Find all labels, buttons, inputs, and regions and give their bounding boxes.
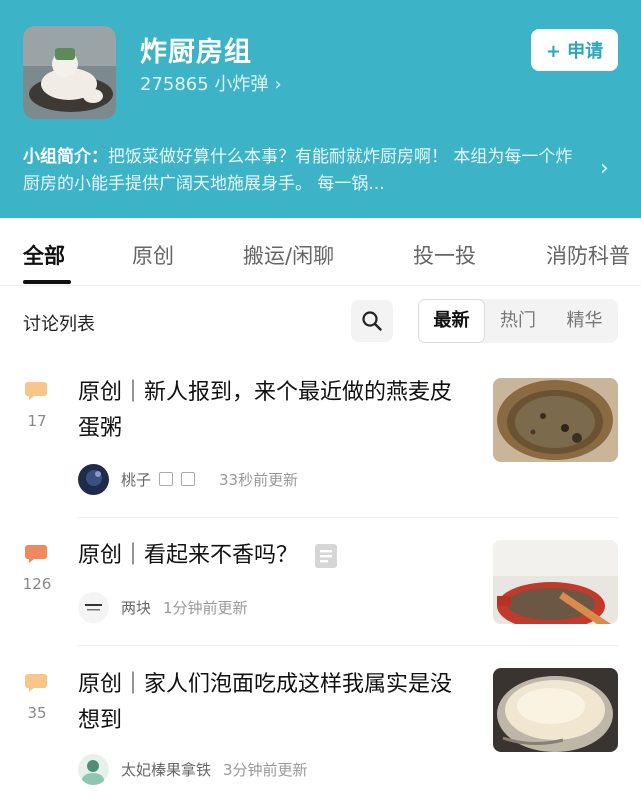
post-title[interactable]: 原创｜新人报到，来个最近做的燕麦皮蛋粥: [78, 375, 473, 447]
discussion-list-title: 讨论列表: [23, 314, 95, 335]
post-thumbnail[interactable]: [493, 540, 618, 624]
post-author[interactable]: 桃子 33秒前更新: [78, 463, 298, 495]
chevron-right-icon: ›: [274, 74, 282, 95]
group-title: 炸厨房组: [140, 37, 252, 68]
tab-repost-chat[interactable]: 搬运/闲聊: [243, 240, 334, 270]
sort-featured[interactable]: 精华: [551, 299, 618, 343]
post-item[interactable]: 17 原创｜新人报到，来个最近做的燕麦皮蛋粥 桃子 33秒前更新: [0, 362, 641, 518]
post-author[interactable]: 太妃榛果拿铁 3分钟前更新: [78, 753, 308, 785]
intro-expand-icon[interactable]: ›: [600, 156, 609, 181]
badge-icon: [181, 472, 196, 486]
post-thumbnail[interactable]: [493, 378, 618, 462]
post-title-text: 原创｜看起来不香吗？: [78, 543, 299, 568]
author-name: 桃子: [121, 470, 152, 489]
member-count-text: 275865 小炸弹: [140, 74, 269, 95]
sort-hot[interactable]: 热门: [485, 299, 551, 343]
document-icon: [315, 544, 338, 568]
author-name: 太妃榛果拿铁: [121, 760, 212, 779]
post-thumbnail[interactable]: [493, 668, 618, 752]
author-avatar: [78, 591, 109, 623]
active-tab-indicator: [23, 280, 71, 284]
post-thumbnail-image: [493, 668, 618, 752]
tab-fire-safety[interactable]: 消防科普: [546, 240, 630, 270]
post-author[interactable]: 两块 1分钟前更新: [78, 591, 248, 623]
update-time: 33秒前更新: [219, 470, 299, 489]
comment-count: 126: [22, 575, 52, 593]
group-intro-label: 小组简介：: [23, 147, 108, 167]
tab-all[interactable]: 全部: [23, 240, 65, 270]
comment-count: 35: [27, 704, 47, 722]
update-time: 1分钟前更新: [163, 598, 248, 617]
post-item[interactable]: 35 原创｜家人们泡面吃成这样我属实是没想到 太妃榛果拿铁 3分钟前更新: [0, 646, 641, 803]
sort-toggle-group: 最新 热门 精华: [418, 299, 618, 343]
group-header: 炸厨房组 275865 小炸弹 › + 申请 小组简介：把饭菜做好算什么本事？有能…: [0, 0, 641, 218]
search-button[interactable]: [351, 300, 393, 342]
post-title[interactable]: 原创｜家人们泡面吃成这样我属实是没想到: [78, 667, 473, 739]
category-tabs: 全部 原创 搬运/闲聊 投一投 消防科普: [0, 218, 641, 286]
author-avatar: [78, 463, 109, 495]
group-member-count[interactable]: 275865 小炸弹 ›: [140, 70, 282, 96]
group-avatar[interactable]: [23, 26, 116, 119]
comment-bubble-icon: [25, 674, 47, 692]
sort-latest[interactable]: 最新: [418, 299, 485, 343]
author-name: 两块: [121, 598, 152, 617]
update-time: 3分钟前更新: [223, 760, 308, 779]
post-thumbnail-image: [493, 540, 618, 624]
post-thumbnail-image: [493, 378, 618, 462]
tab-original[interactable]: 原创: [132, 240, 174, 270]
author-avatar: [78, 753, 109, 785]
tab-vote[interactable]: 投一投: [413, 240, 476, 270]
comment-bubble-icon: [25, 382, 47, 400]
comment-bubble-icon: [25, 545, 47, 563]
search-icon: [362, 311, 382, 331]
apply-join-button[interactable]: + 申请: [531, 29, 618, 71]
post-item[interactable]: 126 原创｜看起来不香吗？ 两块 1分钟前更新: [0, 518, 641, 646]
post-title[interactable]: 原创｜看起来不香吗？: [78, 538, 378, 574]
group-avatar-image: [23, 26, 116, 119]
badge-icon: [159, 472, 174, 486]
group-intro[interactable]: 小组简介：把饭菜做好算什么本事？有能耐就炸厨房啊！ 本组为每一个炸厨房的小能手提…: [23, 144, 583, 198]
comment-count: 17: [27, 412, 47, 430]
